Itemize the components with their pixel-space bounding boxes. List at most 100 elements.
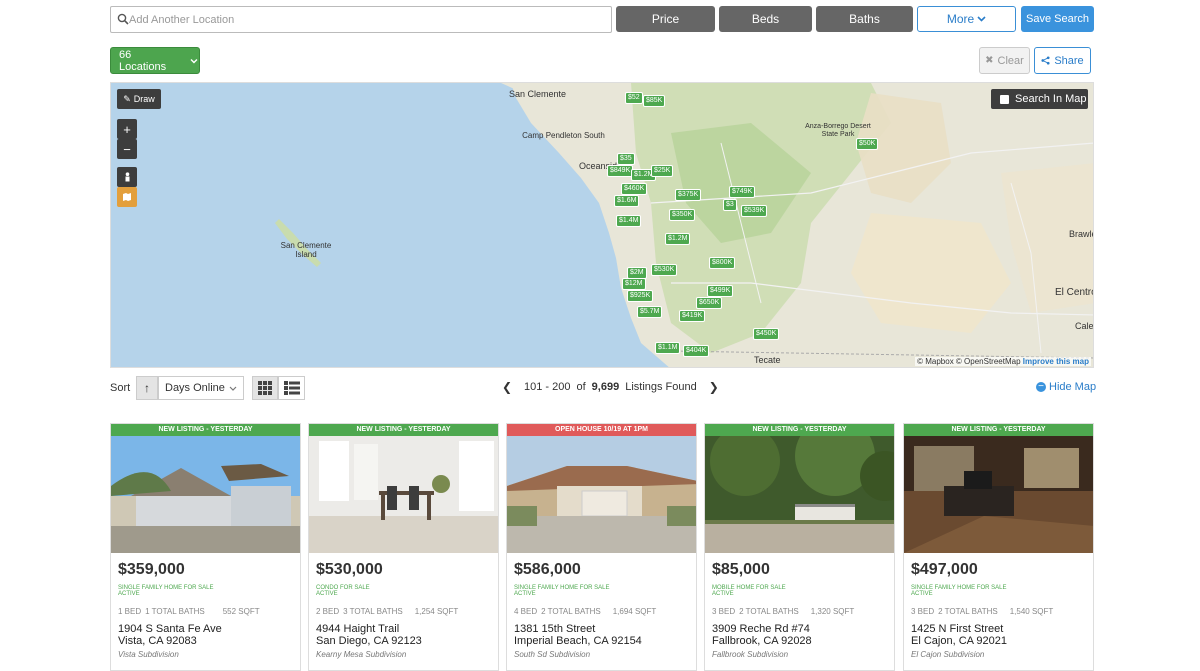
beds-filter-button[interactable]: Beds (719, 6, 812, 32)
price-pin[interactable]: $1.2M (665, 233, 691, 245)
search-in-map-label: Search In Map (1015, 93, 1087, 105)
place-anza-borrego: Anza-Borrego Desert State Park (805, 123, 871, 138)
listing-subdivision: South Sd Subdivision (514, 650, 591, 659)
listing-address-line2: Imperial Beach, CA 92154 (514, 635, 642, 647)
price-pin[interactable]: $85K (643, 95, 666, 107)
listing-address-line1: 4944 Haight Trail (316, 623, 400, 635)
listing-card[interactable]: NEW LISTING - YESTERDAY $497,000 SINGLE … (903, 423, 1094, 671)
listing-card[interactable]: NEW LISTING - YESTERDAY $530,000 CONDO F… (308, 423, 499, 671)
mapbox-link[interactable]: © Mapbox (917, 357, 954, 366)
prev-page-icon[interactable]: ❮ (500, 380, 514, 394)
price-pin[interactable]: $450K (753, 328, 780, 340)
listing-beds: 3 BED (911, 607, 935, 616)
listing-photo[interactable] (309, 436, 498, 553)
map-layer-icon[interactable] (117, 187, 137, 207)
draw-button[interactable]: ✎ Draw (117, 89, 161, 109)
listing-status: ACTIVE (514, 591, 536, 597)
location-search-box[interactable] (110, 6, 612, 33)
price-pin[interactable]: $3 (723, 199, 737, 211)
price-pin[interactable]: $800K (709, 257, 736, 269)
listing-card[interactable]: OPEN HOUSE 10/19 AT 1PM $586,000 SINGLE … (506, 423, 697, 671)
map[interactable]: San Clemente Camp Pendleton South Oceans… (110, 82, 1094, 368)
listing-baths: 1 TOTAL BATHS (145, 607, 205, 616)
list-view-button[interactable] (278, 376, 305, 400)
listing-address-line2: San Diego, CA 92123 (316, 635, 422, 647)
listing-photo[interactable] (111, 436, 300, 553)
sort-direction-button[interactable]: ↑ (136, 376, 158, 400)
listing-photo[interactable] (705, 436, 894, 553)
total-listings: 9,699 (591, 381, 620, 393)
listing-photo[interactable] (507, 436, 696, 553)
listing-address-line1: 1904 S Santa Fe Ave (118, 623, 222, 635)
place-brawley: Brawley (1069, 229, 1093, 239)
listing-card[interactable]: NEW LISTING - YESTERDAY $359,000 SINGLE … (110, 423, 301, 671)
street-view-icon[interactable] (117, 167, 137, 187)
price-pin[interactable]: $12M (622, 278, 646, 290)
locations-dropdown[interactable]: 66 Locations (110, 47, 200, 74)
clear-button[interactable]: ✖ Clear (979, 47, 1030, 74)
price-pin[interactable]: $749K (729, 186, 756, 198)
listing-price: $586,000 (514, 561, 581, 578)
listing-price: $530,000 (316, 561, 383, 578)
checkbox-icon[interactable] (1000, 94, 1009, 104)
listing-banner: NEW LISTING - YESTERDAY (111, 424, 300, 436)
listing-baths: 2 TOTAL BATHS (541, 607, 601, 616)
sort-field-select[interactable]: Days Online (158, 376, 244, 400)
price-pin[interactable]: $419K (679, 310, 706, 322)
listing-photo[interactable] (904, 436, 1093, 553)
listing-address-line2: Vista, CA 92083 (118, 635, 197, 647)
price-pin[interactable]: $1.4M (616, 215, 642, 227)
price-pin[interactable]: $350K (669, 209, 696, 221)
price-pin[interactable]: $50K (856, 138, 879, 150)
price-pin[interactable]: $499K (707, 285, 734, 297)
price-pin[interactable]: $460K (621, 183, 648, 195)
osm-link[interactable]: © OpenStreetMap (956, 357, 1021, 366)
price-pin[interactable]: $539K (741, 205, 768, 217)
arrow-up-icon: ↑ (144, 381, 150, 395)
baths-filter-button[interactable]: Baths (816, 6, 913, 32)
clear-label: Clear (997, 54, 1024, 67)
price-pin[interactable]: $1.6M (614, 195, 640, 207)
price-pin[interactable]: $25K (651, 165, 674, 177)
search-in-map-toggle[interactable]: Search In Map (991, 89, 1088, 109)
listing-price: $359,000 (118, 561, 185, 578)
listing-status: ACTIVE (118, 591, 140, 597)
next-page-icon[interactable]: ❯ (707, 380, 721, 394)
price-pin[interactable]: $35 (617, 153, 635, 165)
listing-sqft: 1,320 SQFT (810, 607, 855, 616)
pencil-icon: ✎ (123, 93, 131, 104)
map-attribution: © Mapbox © OpenStreetMap Improve this ma… (915, 357, 1091, 366)
listing-sqft: 1,694 SQFT (612, 607, 657, 616)
location-search-input[interactable] (129, 11, 599, 29)
list-icon (283, 381, 300, 395)
price-pin[interactable]: $52 (625, 92, 643, 104)
price-pin[interactable]: $925K (627, 290, 654, 302)
price-pin[interactable]: $849K (607, 165, 634, 177)
listing-card[interactable]: NEW LISTING - YESTERDAY $85,000 MOBILE H… (704, 423, 895, 671)
listing-address-line1: 3909 Reche Rd #74 (712, 623, 810, 635)
price-pin[interactable]: $530K (651, 264, 678, 276)
price-filter-button[interactable]: Price (616, 6, 715, 32)
listing-beds: 4 BED (514, 607, 538, 616)
price-pin[interactable]: $1.1M (655, 342, 681, 354)
listing-address-line2: Fallbrook, CA 92028 (712, 635, 812, 647)
draw-label: Draw (133, 94, 155, 104)
minus-circle-icon: − (1036, 382, 1046, 392)
price-pin[interactable]: $404K (683, 345, 710, 357)
search-icon (117, 13, 129, 25)
price-pin[interactable]: $5.7M (637, 306, 663, 318)
zoom-in-button[interactable]: + (117, 119, 137, 139)
price-pin[interactable]: $375K (675, 189, 702, 201)
listing-price: $85,000 (712, 561, 770, 578)
zoom-out-button[interactable]: − (117, 139, 137, 159)
place-tecate: Tecate (754, 355, 781, 365)
share-label: Share (1054, 54, 1084, 67)
chevron-down-icon (190, 58, 198, 63)
grid-view-button[interactable] (252, 376, 278, 400)
more-filters-button[interactable]: More (917, 6, 1016, 32)
save-search-button[interactable]: Save Search (1021, 6, 1094, 32)
share-button[interactable]: Share (1034, 47, 1091, 74)
price-pin[interactable]: $650K (696, 297, 723, 309)
hide-map-link[interactable]: − Hide Map (1036, 381, 1096, 393)
improve-map-link[interactable]: Improve this map (1023, 357, 1089, 366)
